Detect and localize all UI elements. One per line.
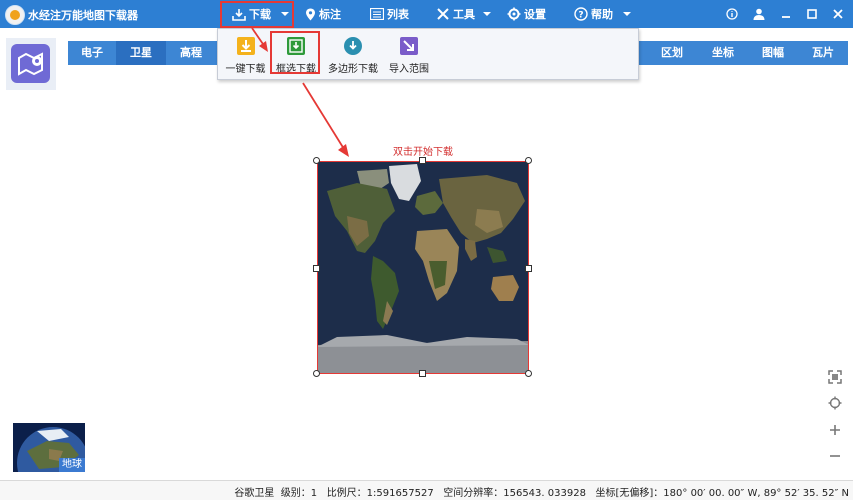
dropdown-item-label: 一键下载 [225, 64, 266, 75]
info-icon[interactable] [724, 6, 740, 22]
menu-help-label: 帮助 [591, 8, 613, 21]
svg-text:?: ? [578, 11, 583, 21]
gear-icon [507, 7, 521, 21]
download-yellow-icon [236, 37, 255, 55]
locate-icon[interactable] [826, 396, 844, 414]
tab-map-sheet[interactable]: 图幅 [751, 41, 795, 65]
menu-mark[interactable]: 标注 [305, 4, 341, 24]
maximize-icon[interactable] [804, 6, 820, 22]
map-pin-icon [306, 8, 315, 20]
menu-mark-label: 标注 [319, 8, 341, 21]
dropdown-item-import-range[interactable]: 导入范围 [386, 37, 432, 77]
help-icon: ? [574, 7, 588, 21]
minimize-icon[interactable] [778, 6, 794, 22]
map-pin-icon [11, 44, 50, 83]
resize-handle-bottom-right[interactable] [525, 370, 532, 377]
status-level: 级别：1 [280, 488, 318, 499]
status-bar: 谷歌卫星 级别：1 比例尺：1:591657527 空间分辨率：156543. … [0, 480, 853, 500]
tab-elevation[interactable]: 高程 [166, 41, 216, 65]
chevron-down-icon [623, 12, 631, 16]
menu-tools[interactable]: 工具 [436, 4, 492, 24]
menu-help[interactable]: ? 帮助 [574, 4, 632, 24]
menu-tools-label: 工具 [453, 8, 475, 21]
resize-handle-top-right[interactable] [525, 157, 532, 164]
box-download-highlight [270, 31, 320, 74]
user-icon[interactable] [751, 6, 767, 22]
tab-district[interactable]: 区划 [651, 41, 693, 65]
resize-handle-right[interactable] [525, 265, 532, 272]
tools-icon [437, 8, 449, 20]
menu-list-label: 列表 [387, 8, 409, 21]
globe-switch[interactable]: 地球 [13, 423, 85, 472]
tab-satellite[interactable]: 卫星 [116, 41, 166, 65]
status-source: 谷歌卫星 [234, 488, 275, 499]
status-info: 谷歌卫星 级别：1 比例尺：1:591657527 空间分辨率：156543. … [234, 484, 849, 499]
list-icon [370, 8, 384, 20]
dropdown-item-label: 导入范围 [389, 64, 429, 75]
zoom-out-icon[interactable] [826, 448, 844, 466]
tab-tile[interactable]: 瓦片 [801, 41, 845, 65]
status-coordinates: 坐标[无偏移]：180° 00′ 00. 00″ W, 89° 52′ 35. … [595, 488, 850, 499]
fullscreen-icon[interactable] [826, 370, 844, 388]
close-icon[interactable] [830, 6, 846, 22]
app-title: 水经注万能地图下载器 [28, 9, 138, 22]
import-arrow-icon [400, 37, 418, 55]
tab-coordinate[interactable]: 坐标 [698, 41, 748, 65]
zoom-in-icon[interactable] [826, 422, 844, 440]
menu-list[interactable]: 列表 [370, 4, 409, 24]
chevron-down-icon [483, 12, 491, 16]
globe-label: 地球 [59, 458, 85, 472]
resize-handle-top-left[interactable] [313, 157, 320, 164]
map-type-logo [6, 38, 56, 90]
status-resolution: 空间分辨率：156543. 033928 [443, 488, 586, 499]
resize-handle-top[interactable] [419, 157, 426, 164]
app-logo-icon [5, 5, 25, 25]
dropdown-item-one-click-download[interactable]: 一键下载 [223, 37, 268, 77]
download-menu-highlight [220, 1, 294, 28]
tab-electronic[interactable]: 电子 [68, 41, 116, 65]
dropdown-item-label: 多边形下载 [328, 64, 378, 75]
resize-handle-bottom-left[interactable] [313, 370, 320, 377]
resize-handle-bottom[interactable] [419, 370, 426, 377]
menu-settings-label: 设置 [524, 8, 546, 21]
dropdown-item-polygon-download[interactable]: 多边形下载 [325, 37, 381, 77]
download-teal-icon [344, 37, 362, 55]
resize-handle-left[interactable] [313, 265, 320, 272]
title-bar: 水经注万能地图下载器 下载 标注 列表 工具 设置 ? 帮助 [0, 0, 853, 28]
selection-border [317, 161, 529, 374]
menu-settings[interactable]: 设置 [507, 4, 546, 24]
status-scale: 比例尺：1:591657527 [326, 488, 434, 499]
selection-hint: 双击开始下载 [393, 147, 453, 158]
